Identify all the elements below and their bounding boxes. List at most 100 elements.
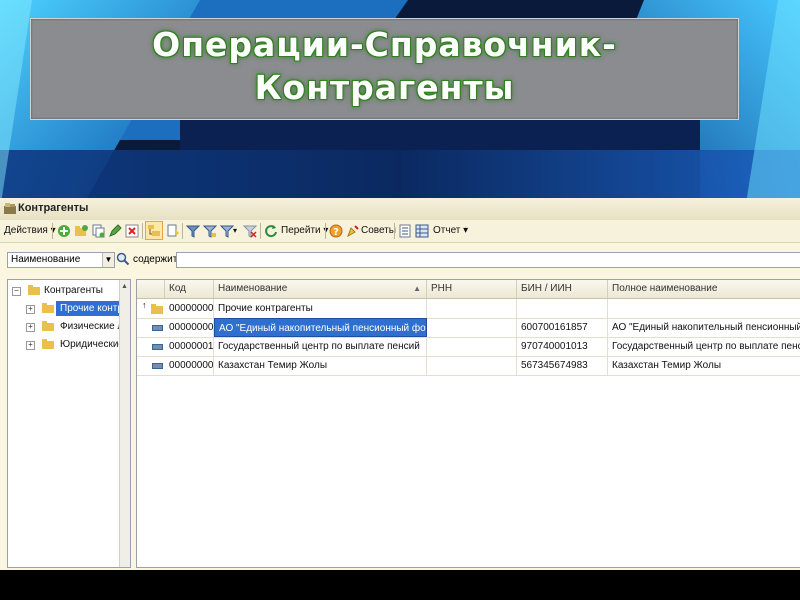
folder-icon — [42, 321, 54, 331]
edit-icon[interactable] — [108, 224, 122, 238]
filter-list-icon[interactable] — [220, 224, 234, 238]
item-icon — [152, 325, 163, 331]
report-menu[interactable]: Отчет ▾ — [433, 223, 468, 239]
filter-by-value-icon[interactable] — [203, 224, 217, 238]
tree-item-individuals[interactable]: + Физические лица — [26, 319, 122, 334]
toolbar-separator — [325, 223, 326, 239]
table-row[interactable]: 000000004 АО "Единый накопительный пенси… — [137, 318, 800, 338]
search-row: Наименование ▼ содержит: — [0, 243, 800, 271]
cell-rnn — [427, 337, 517, 356]
toolbar-separator — [394, 223, 395, 239]
search-field-select[interactable]: Наименование ▼ — [7, 252, 115, 268]
decor-band — [0, 150, 800, 200]
tree-root[interactable]: − Контрагенты — [12, 283, 122, 298]
slide-title-line2: Контрагенты — [254, 68, 515, 107]
expand-icon[interactable]: + — [26, 305, 35, 314]
cell-rnn — [427, 299, 517, 318]
goto-menu[interactable]: Перейти ▾ — [281, 223, 328, 239]
filter-dropdown-arrow[interactable]: ▾ — [233, 223, 237, 239]
tree-item-legal[interactable]: + Юридические лица — [26, 337, 122, 352]
cell-name: Прочие контрагенты — [214, 299, 427, 318]
help-icon[interactable]: ? — [329, 224, 343, 238]
header-name[interactable]: Наименование ▲ — [214, 280, 427, 298]
list-settings-icon[interactable] — [398, 224, 412, 238]
cell-name: Государственный центр по выплате пенсий — [214, 337, 427, 356]
search-field-value: Наименование — [11, 254, 81, 265]
table-header: Код Наименование ▲ РНН БИН / ИИН Полное … — [137, 280, 800, 299]
cell-full-name — [608, 299, 800, 318]
contains-label: содержит: — [133, 254, 181, 265]
filter-icon[interactable] — [186, 224, 200, 238]
add-icon[interactable] — [57, 224, 71, 238]
counterparties-table: Код Наименование ▲ РНН БИН / ИИН Полное … — [136, 279, 800, 568]
toolbar-separator — [260, 223, 261, 239]
refresh-icon[interactable] — [264, 224, 278, 238]
svg-text:?: ? — [333, 227, 339, 238]
hierarchy-icon — [148, 225, 160, 236]
chevron-down-icon[interactable]: ▼ — [102, 253, 114, 267]
tree-item-label: Физические лица — [60, 321, 122, 332]
window-title: Контрагенты — [18, 202, 89, 214]
actions-menu[interactable]: Действия ▾ — [4, 223, 56, 239]
goto-label: Перейти — [281, 225, 321, 236]
cell-full-name: АО "Единый накопительный пенсионный фонд… — [612, 322, 800, 333]
slide-title-box: Операции-Справочник- Контрагенты — [30, 18, 739, 120]
cell-code: 000000005 — [165, 356, 214, 375]
tree-item-other[interactable]: + Прочие контрагенты — [26, 301, 122, 316]
slide-title-line1: Операции-Справочник- — [152, 25, 617, 64]
cell-bin: 970740001013 — [517, 337, 608, 356]
actions-label: Действия — [4, 225, 48, 236]
cell-rnn — [427, 356, 517, 375]
tree-root-label: Контрагенты — [44, 285, 103, 296]
level-icon[interactable] — [166, 224, 180, 238]
tips-icon — [347, 225, 359, 238]
toolbar: Действия ▾ ▾ Перейти ▾ ? Советы Отчет ▾ — [0, 220, 800, 243]
cell-code: 000000004 — [165, 318, 214, 337]
folder-icon — [28, 285, 40, 295]
add-folder-icon[interactable] — [74, 224, 88, 238]
report-label: Отчет — [433, 225, 461, 236]
cell-code: 000000003 — [165, 299, 214, 318]
window-titlebar: Контрагенты — [0, 198, 800, 221]
collapse-icon[interactable]: − — [12, 287, 21, 296]
bottom-bar — [0, 570, 800, 600]
search-icon[interactable] — [116, 252, 130, 266]
header-code[interactable]: Код — [165, 280, 214, 298]
group-tree: − Контрагенты + Прочие контрагенты + Физ… — [7, 279, 131, 568]
cell-bin — [517, 299, 608, 318]
toolbar-separator — [142, 223, 143, 239]
slide-title: Операции-Справочник- Контрагенты — [31, 23, 738, 109]
header-icon-col — [137, 280, 165, 298]
tips-button[interactable]: Советы — [361, 223, 396, 239]
cell-name: Казахстан Темир Жолы — [214, 356, 427, 375]
cell-bin: 600700161857 — [517, 318, 608, 337]
cell-code: 000000011 — [165, 337, 214, 356]
expand-icon[interactable]: + — [26, 341, 35, 350]
folder-icon — [42, 339, 54, 349]
parent-level-icon: ↑ — [142, 300, 147, 310]
header-name-label: Наименование — [218, 283, 288, 294]
header-full-name[interactable]: Полное наименование — [608, 280, 800, 298]
item-icon — [152, 363, 163, 369]
catalog-icon — [4, 203, 16, 214]
cell-name-selected[interactable]: АО "Единый накопительный пенсионный фонд… — [214, 318, 427, 337]
cell-full-name: Казахстан Темир Жолы — [612, 360, 722, 371]
header-rnn[interactable]: РНН — [427, 280, 517, 298]
clear-filter-icon[interactable] — [243, 224, 257, 238]
tree-item-label: Юридические лица — [60, 339, 122, 350]
header-bin[interactable]: БИН / ИИН — [517, 280, 608, 298]
table-row[interactable]: 000000011 Государственный центр по выпла… — [137, 337, 800, 357]
toolbar-separator — [52, 223, 53, 239]
copy-icon[interactable] — [91, 224, 105, 238]
table-row[interactable]: ↑ 000000003 Прочие контрагенты — [137, 299, 800, 319]
tree-scrollbar[interactable]: ▲ — [119, 280, 130, 567]
delete-icon[interactable] — [125, 224, 139, 238]
tree-item-label: Прочие контрагенты — [56, 301, 122, 316]
cell-rnn — [427, 318, 517, 337]
expand-icon[interactable]: + — [26, 323, 35, 332]
scroll-up-icon[interactable]: ▲ — [121, 283, 128, 290]
cell-bin: 567345674983 — [517, 356, 608, 375]
search-input[interactable] — [176, 252, 800, 268]
table-row[interactable]: 000000005 Казахстан Темир Жолы 567345674… — [137, 356, 800, 376]
grid-icon[interactable] — [415, 224, 429, 238]
